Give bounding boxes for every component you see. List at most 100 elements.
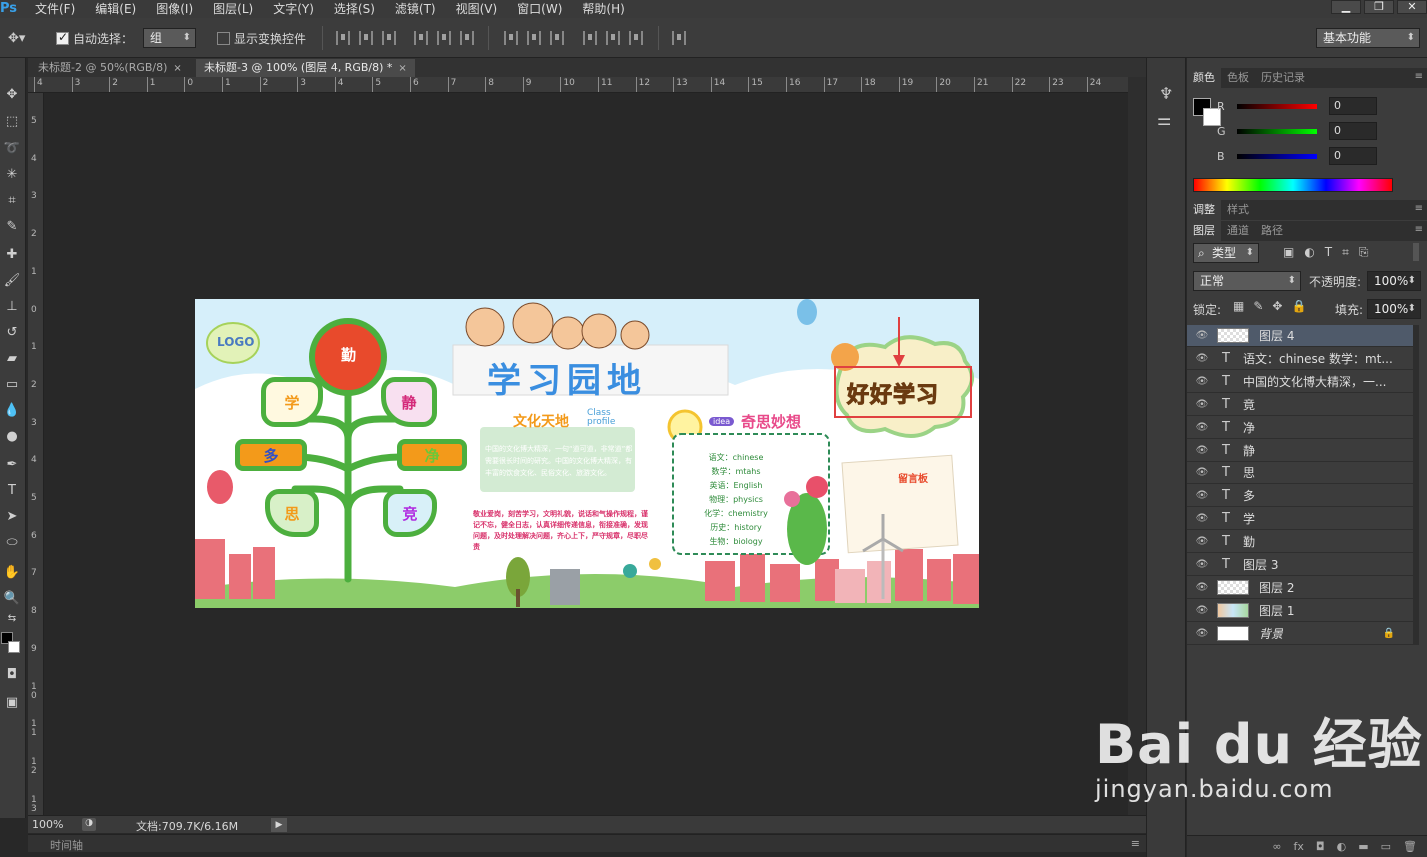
- canvas-area[interactable]: LOGO 勤 学 静 多 净 思 竞 学习园地 文化天地 Class profi…: [45, 93, 1128, 815]
- visibility-eye-icon[interactable]: 👁: [1195, 353, 1209, 364]
- crop-tool-icon[interactable]: ⌗: [2, 192, 22, 210]
- tab-layers[interactable]: 图层: [1187, 221, 1221, 241]
- history-brush-tool-icon[interactable]: ↺: [2, 324, 22, 342]
- layer-row[interactable]: 👁 图层 1: [1187, 600, 1413, 622]
- close-icon[interactable]: ✕: [1397, 0, 1427, 14]
- layer-name[interactable]: 竟: [1243, 396, 1255, 413]
- layer-name[interactable]: 语文：chinese 数学：mt...: [1243, 350, 1393, 367]
- lock-options-icons[interactable]: ▦✎✥🔒: [1233, 299, 1315, 313]
- move-tool-preset-icon[interactable]: ✥▾: [8, 28, 25, 48]
- blue-value[interactable]: 0: [1329, 147, 1377, 165]
- menu-window[interactable]: 窗口(W): [504, 0, 569, 18]
- red-track[interactable]: [1237, 103, 1317, 109]
- layer-name[interactable]: 背景: [1259, 625, 1283, 642]
- canvas-scrollbar[interactable]: [1128, 77, 1146, 815]
- distribute-bottom-icon[interactable]: [550, 31, 564, 45]
- layer-row[interactable]: 👁 T 学: [1187, 508, 1413, 531]
- layer-row[interactable]: 👁 T 静: [1187, 440, 1413, 462]
- visibility-eye-icon[interactable]: 👁: [1195, 513, 1209, 524]
- tab-untitled-2[interactable]: 未标题-2 @ 50%(RGB/8) ×: [30, 59, 190, 77]
- layer-row[interactable]: 👁 图层 4: [1187, 325, 1413, 347]
- green-track[interactable]: [1237, 128, 1317, 134]
- opacity-field[interactable]: 100%: [1367, 271, 1421, 291]
- visibility-eye-icon[interactable]: 👁: [1195, 445, 1209, 456]
- tab-paths[interactable]: 路径: [1255, 221, 1289, 241]
- align-bottom-icon[interactable]: [382, 31, 396, 45]
- show-transform-checkbox[interactable]: 显示变换控件: [217, 28, 306, 48]
- red-value[interactable]: 0: [1329, 97, 1377, 115]
- layer-row[interactable]: 👁 T 图层 3: [1187, 554, 1413, 576]
- blue-slider[interactable]: B 0: [1217, 146, 1377, 166]
- blue-track[interactable]: [1237, 153, 1317, 159]
- visibility-eye-icon[interactable]: 👁: [1195, 582, 1209, 593]
- clone-stamp-tool-icon[interactable]: ⊥: [2, 298, 22, 316]
- link-layers-icon[interactable]: ∞: [1272, 840, 1281, 853]
- tab-channels[interactable]: 通道: [1221, 221, 1255, 241]
- layer-name[interactable]: 思: [1243, 464, 1255, 481]
- workspace-dropdown[interactable]: 基本功能: [1316, 28, 1420, 48]
- menu-select[interactable]: 选择(S): [321, 0, 382, 18]
- tab-swatches[interactable]: 色板: [1221, 68, 1255, 88]
- brush-tool-icon[interactable]: 🖌: [2, 272, 22, 290]
- zoom-level[interactable]: 100%: [32, 818, 63, 831]
- layer-name[interactable]: 图层 4: [1259, 327, 1294, 344]
- restore-icon[interactable]: ❐: [1364, 0, 1394, 14]
- adjustment-layer-icon[interactable]: ◐: [1337, 840, 1347, 853]
- blend-mode-dropdown[interactable]: 正常: [1193, 271, 1301, 291]
- swap-colors-icon[interactable]: ⇆: [2, 610, 22, 628]
- tab-untitled-3[interactable]: 未标题-3 @ 100% (图层 4, RGB/8) * ×: [196, 59, 415, 77]
- tab-history[interactable]: 历史记录: [1255, 68, 1311, 88]
- layer-name[interactable]: 多: [1243, 487, 1255, 504]
- visibility-eye-icon[interactable]: 👁: [1195, 490, 1209, 501]
- distribute-hcenter-icon[interactable]: [606, 31, 620, 45]
- distribute-left-icon[interactable]: [583, 31, 597, 45]
- align-right-icon[interactable]: [460, 31, 474, 45]
- layer-row[interactable]: 👁 T 语文：chinese 数学：mt...: [1187, 348, 1413, 370]
- status-menu-arrow-icon[interactable]: ▶: [271, 818, 287, 832]
- auto-select-dropdown[interactable]: 组: [143, 28, 196, 48]
- visibility-eye-icon[interactable]: 👁: [1195, 330, 1209, 341]
- minimize-icon[interactable]: ▁: [1331, 0, 1361, 14]
- tab-color[interactable]: 颜色: [1187, 68, 1221, 88]
- ellipse-tool-icon[interactable]: ⬭: [2, 534, 22, 552]
- hand-tool-icon[interactable]: ✋: [2, 564, 22, 582]
- menu-view[interactable]: 视图(V): [443, 0, 505, 18]
- quick-mask-icon[interactable]: ◘: [2, 666, 22, 684]
- type-tool-icon[interactable]: T: [2, 482, 22, 500]
- layer-thumbnail[interactable]: [1217, 579, 1249, 595]
- fill-field[interactable]: 100%: [1367, 299, 1421, 319]
- layers-scrollbar[interactable]: [1413, 325, 1419, 645]
- layer-name[interactable]: 学: [1243, 510, 1255, 527]
- color-spectrum-ramp[interactable]: [1193, 178, 1393, 192]
- layer-row[interactable]: 👁 T 中国的文化博大精深，一...: [1187, 371, 1413, 393]
- auto-select-checkbox[interactable]: 自动选择：: [56, 28, 133, 48]
- new-group-icon[interactable]: ▬: [1358, 840, 1368, 853]
- panel-menu-icon[interactable]: ≡: [1415, 224, 1423, 235]
- layer-row[interactable]: 👁 T 多: [1187, 485, 1413, 508]
- layer-row[interactable]: 👁 背景 🔒: [1187, 623, 1413, 645]
- layer-name[interactable]: 勤: [1243, 533, 1255, 550]
- visibility-eye-icon[interactable]: 👁: [1195, 376, 1209, 387]
- document-artwork[interactable]: LOGO 勤 学 静 多 净 思 竞 学习园地 文化天地 Class profi…: [195, 299, 979, 608]
- align-left-icon[interactable]: [414, 31, 428, 45]
- visibility-eye-icon[interactable]: 👁: [1195, 399, 1209, 410]
- layer-name[interactable]: 静: [1243, 442, 1255, 459]
- layer-filter-icons[interactable]: ▣◐T⌗⎘: [1283, 245, 1379, 260]
- timeline-menu-icon[interactable]: ≡: [1131, 837, 1140, 850]
- timeline-label[interactable]: 时间轴: [50, 837, 83, 853]
- panel-menu-icon[interactable]: ≡: [1415, 203, 1423, 214]
- layer-name[interactable]: 中国的文化博大精深，一...: [1243, 373, 1386, 390]
- align-vcenter-icon[interactable]: [359, 31, 373, 45]
- distribute-top-icon[interactable]: [504, 31, 518, 45]
- visibility-eye-icon[interactable]: 👁: [1195, 467, 1209, 478]
- layer-row[interactable]: 👁 图层 2: [1187, 577, 1413, 599]
- distribute-vcenter-icon[interactable]: [527, 31, 541, 45]
- red-slider[interactable]: R 0: [1217, 96, 1377, 116]
- menu-edit[interactable]: 编辑(E): [82, 0, 143, 18]
- healing-brush-tool-icon[interactable]: ✚: [2, 246, 22, 264]
- filter-toggle[interactable]: [1413, 243, 1419, 261]
- delete-layer-icon[interactable]: 🗑: [1403, 840, 1417, 853]
- layer-name[interactable]: 净: [1243, 419, 1255, 436]
- distribute-right-icon[interactable]: [629, 31, 643, 45]
- layer-filter-dropdown[interactable]: ⌕ 类型: [1193, 243, 1259, 263]
